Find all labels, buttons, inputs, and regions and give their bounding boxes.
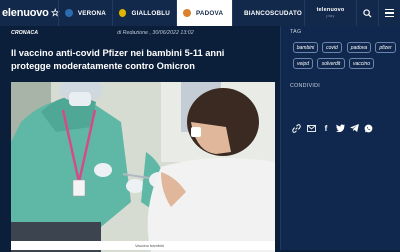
share-heading: CONDIVIDI: [290, 83, 321, 89]
tab-padova[interactable]: PADOVA: [176, 0, 232, 26]
tag-heading: TAG: [290, 29, 302, 35]
telegram-icon: [349, 124, 359, 132]
article-category[interactable]: CRONACA: [11, 30, 38, 36]
telenuovo-sub-label: play: [326, 13, 335, 18]
menu-button[interactable]: [378, 0, 400, 26]
article-title: Il vaccino anti-covid Pfizer nei bambini…: [11, 47, 273, 73]
verona-logo-icon: [65, 9, 73, 17]
article-meta: CRONACA di Redazione , 30/06/2022 13:02: [0, 27, 275, 39]
whatsapp-icon: [364, 124, 372, 133]
share-link-button[interactable]: [291, 123, 301, 133]
gialloblu-logo-icon: [119, 9, 127, 17]
article-photo: [11, 82, 275, 252]
search-icon: [363, 8, 372, 18]
twitter-icon: [335, 124, 345, 132]
telenuovo-play-link[interactable]: telenuovo play: [304, 0, 356, 26]
article-sidebar: TAG bambini covid padova pfizer veipd so…: [280, 26, 400, 250]
email-icon: [306, 124, 316, 132]
tab-biancoscudato-label: BIANCOSCUDATO: [244, 9, 302, 17]
site-logo[interactable]: elenuovo ☆: [0, 0, 60, 26]
tag-veipd[interactable]: veipd: [293, 58, 313, 69]
article-main: CRONACA di Redazione , 30/06/2022 13:02 …: [0, 26, 280, 252]
share-twitter-button[interactable]: [335, 123, 345, 133]
share-telegram-button[interactable]: [349, 123, 359, 133]
tab-verona-label: VERONA: [77, 9, 106, 17]
tag-solverdit[interactable]: solverdit: [317, 58, 345, 69]
tab-gialloblu[interactable]: GIALLOBLU: [112, 0, 176, 26]
padova-logo-icon: [183, 9, 191, 17]
tag-vaccino[interactable]: vaccino: [349, 58, 374, 69]
tag-pfizer[interactable]: pfizer: [375, 42, 396, 53]
share-whatsapp-button[interactable]: [363, 123, 373, 133]
share-email-button[interactable]: [306, 123, 316, 133]
menu-icon-bar-1: [385, 9, 394, 11]
facebook-icon: f: [324, 123, 328, 133]
site-logo-text: elenuovo: [2, 7, 49, 19]
article-title-line-2: protegge moderatamente contro Omicron: [11, 61, 195, 71]
tag-covid[interactable]: covid: [322, 42, 342, 53]
share-facebook-button[interactable]: f: [321, 123, 331, 133]
article-byline: di Redazione , 30/06/2022 13:02: [117, 30, 194, 36]
top-navigation-bar: elenuovo ☆ VERONA GIALLOBLU PADOVA BIANC…: [0, 0, 400, 26]
vaccination-photo: [11, 82, 275, 252]
tab-padova-label: PADOVA: [196, 9, 224, 17]
tab-gialloblu-label: GIALLOBLU: [131, 9, 170, 17]
tag-padova[interactable]: padova: [347, 42, 371, 53]
tab-verona[interactable]: VERONA: [58, 0, 112, 26]
article-title-line-1: Il vaccino anti-covid Pfizer nei bambini…: [11, 48, 225, 58]
search-button[interactable]: [356, 0, 378, 26]
menu-icon-bar-2: [385, 12, 394, 14]
photo-caption: Vaccino bambini: [11, 241, 275, 250]
menu-icon-bar-3: [385, 15, 394, 17]
tag-bambini[interactable]: bambini: [293, 42, 318, 53]
link-icon: [291, 123, 301, 133]
tab-biancoscudato[interactable]: BIANCOSCUDATO: [232, 0, 304, 26]
